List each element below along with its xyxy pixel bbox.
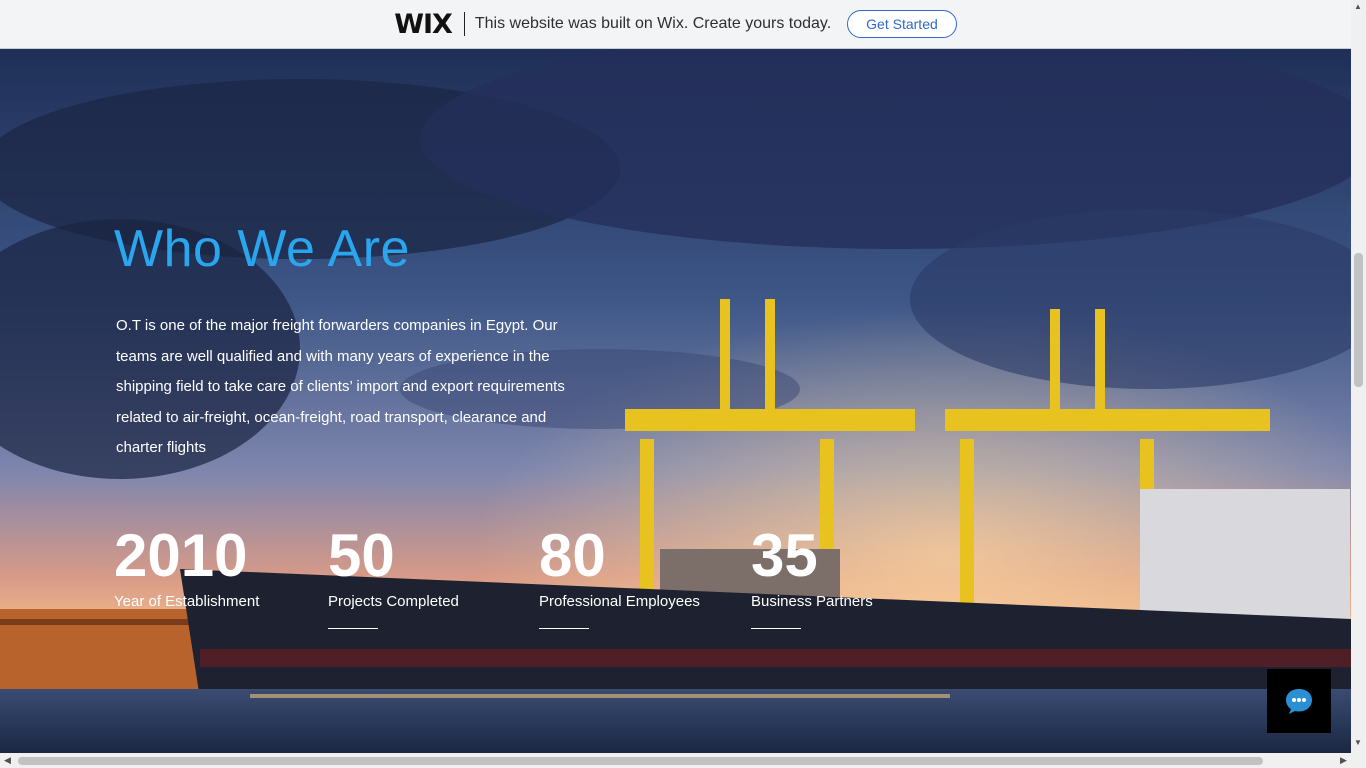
stat-projects-completed: 50 Projects Completed bbox=[328, 521, 459, 629]
stat-business-partners: 35 Business Partners bbox=[751, 521, 873, 629]
stat-number: 2010 bbox=[114, 522, 248, 589]
stat-number: 50 bbox=[328, 522, 395, 589]
about-paragraph: O.T is one of the major freight forwarde… bbox=[116, 317, 565, 456]
get-started-button[interactable]: Get Started bbox=[847, 10, 957, 38]
horizontal-scroll-thumb[interactable] bbox=[18, 757, 1263, 765]
stat-professional-employees: 80 Professional Employees bbox=[539, 521, 700, 629]
chat-button[interactable] bbox=[1267, 669, 1331, 733]
banner-divider bbox=[463, 12, 465, 36]
stat-label: Projects Completed bbox=[328, 593, 459, 610]
who-we-are-section: Who We Are O.T is one of the major freig… bbox=[0, 49, 1351, 753]
stat-underline bbox=[328, 628, 378, 629]
section-title: Who We Are bbox=[114, 220, 410, 278]
horizontal-scrollbar[interactable]: ◀ ▶ bbox=[0, 753, 1366, 768]
scroll-down-icon[interactable]: ▼ bbox=[1354, 738, 1362, 747]
vertical-scroll-thumb[interactable] bbox=[1354, 253, 1363, 387]
vertical-scrollbar[interactable]: ▲ ▼ bbox=[1351, 0, 1366, 753]
wix-banner: WIX This website was built on Wix. Creat… bbox=[0, 0, 1351, 49]
stat-number: 80 bbox=[539, 522, 606, 589]
stat-year-established: 2010 Year of Establishment bbox=[114, 521, 259, 610]
wix-logo[interactable]: WIX bbox=[394, 9, 453, 40]
chat-bubble-icon bbox=[1286, 689, 1312, 714]
stat-number: 35 bbox=[751, 522, 818, 589]
stat-label: Year of Establishment bbox=[114, 593, 260, 610]
stat-underline bbox=[751, 628, 801, 629]
scroll-up-icon[interactable]: ▲ bbox=[1354, 2, 1362, 11]
scroll-right-icon[interactable]: ▶ bbox=[1340, 755, 1347, 766]
banner-message: This website was built on Wix. Create yo… bbox=[474, 15, 832, 32]
scroll-left-icon[interactable]: ◀ bbox=[4, 755, 11, 766]
stat-label: Business Partners bbox=[751, 593, 873, 610]
stat-label: Professional Employees bbox=[539, 593, 700, 610]
stat-underline bbox=[539, 628, 589, 629]
